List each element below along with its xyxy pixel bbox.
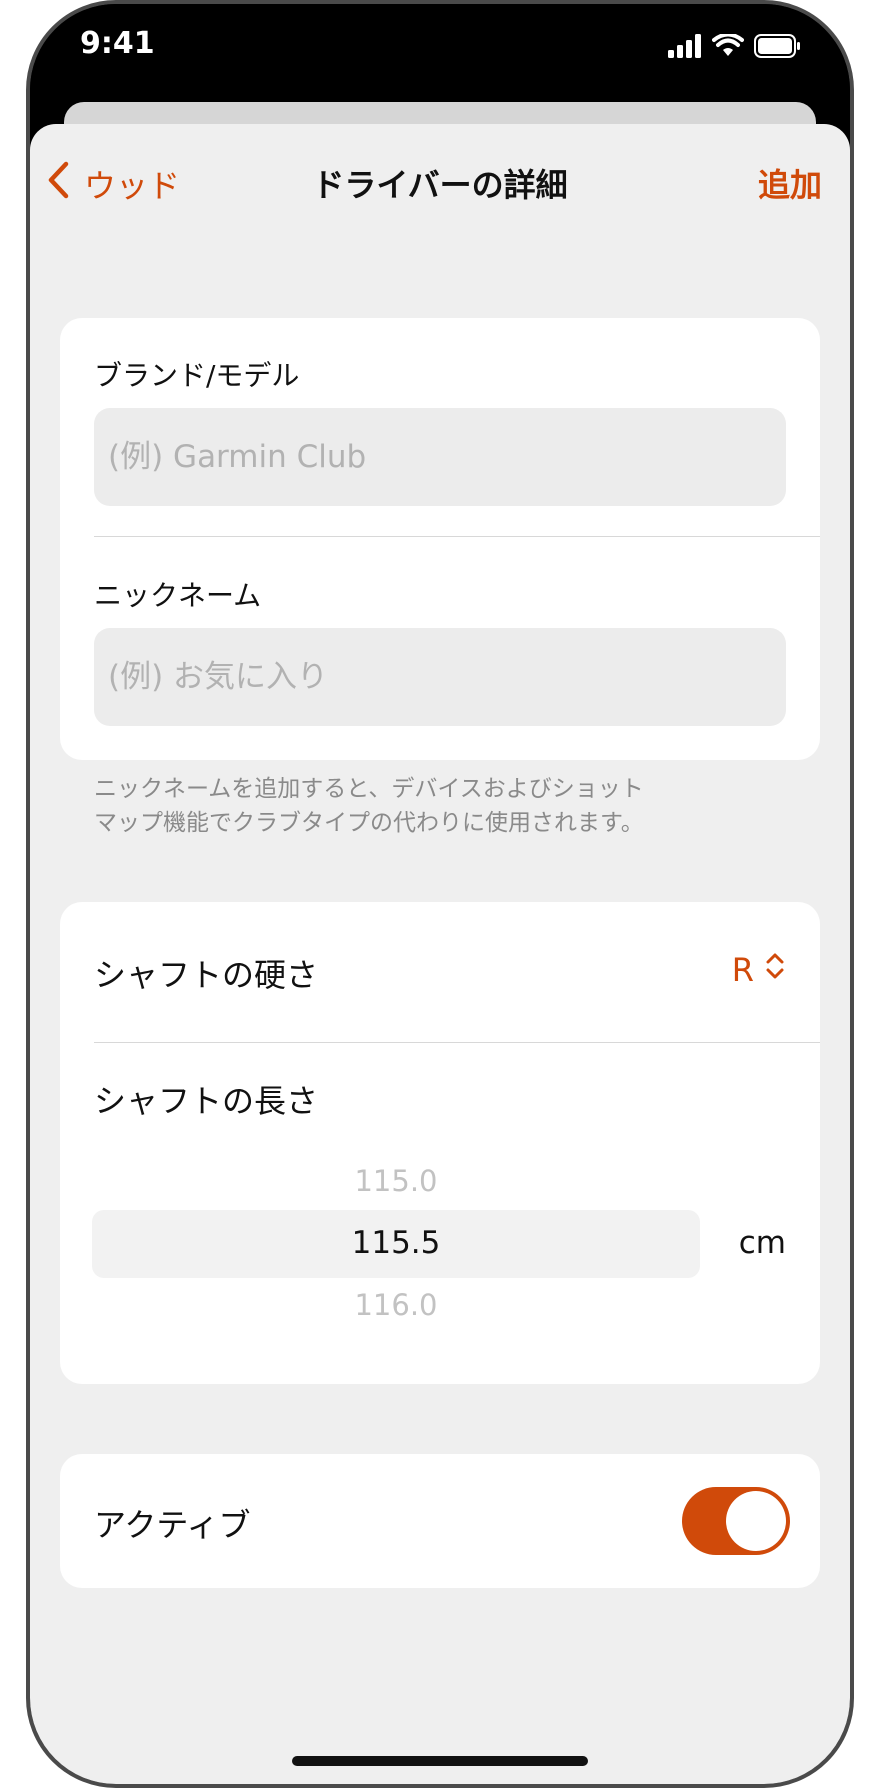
- toggle-knob: [726, 1491, 786, 1551]
- helper-line-1: ニックネームを追加すると、デバイスおよびショット: [94, 776, 644, 802]
- picker-item-selected[interactable]: 115.5: [92, 1225, 700, 1261]
- brand-model-label: ブランド/モデル: [94, 359, 300, 392]
- shaft-stiffness-label: シャフトの硬さ: [94, 956, 319, 994]
- status-bar: 9:41: [30, 4, 850, 114]
- club-info-card: ブランド/モデル ニックネーム: [60, 318, 820, 760]
- divider: [94, 1042, 820, 1043]
- shaft-length-label: シャフトの長さ: [94, 1082, 319, 1120]
- chevron-updown-icon: [764, 950, 786, 990]
- page-title: ドライバーの詳細: [312, 166, 568, 204]
- shaft-card: シャフトの硬さ R シャフトの長さ 115.0 115.5 116.0 cm: [60, 902, 820, 1384]
- signal-icon: [668, 34, 702, 62]
- active-card: アクティブ: [60, 1454, 820, 1588]
- detail-sheet: ウッド ドライバーの詳細 追加 ブランド/モデル ニックネーム ニックネームを追…: [30, 124, 850, 1784]
- add-button[interactable]: 追加: [758, 160, 822, 206]
- shaft-stiffness-value: R: [731, 951, 754, 989]
- status-icons: [668, 32, 802, 62]
- length-unit: cm: [738, 1225, 786, 1261]
- shaft-stiffness-selector[interactable]: R: [732, 950, 786, 990]
- picker-item-prev[interactable]: 115.0: [92, 1164, 700, 1198]
- divider: [94, 536, 820, 537]
- battery-icon: [754, 34, 802, 62]
- nickname-input[interactable]: [94, 628, 786, 726]
- home-indicator: [292, 1756, 588, 1766]
- helper-line-2: マップ機能でクラブタイプの代わりに使用されます。: [94, 810, 644, 836]
- nickname-helper-text: ニックネームを追加すると、デバイスおよびショット マップ機能でクラブタイプの代わ…: [94, 772, 774, 840]
- active-toggle[interactable]: [682, 1487, 790, 1555]
- nickname-label: ニックネーム: [94, 579, 262, 612]
- active-label: アクティブ: [94, 1506, 251, 1544]
- brand-model-input[interactable]: [94, 408, 786, 506]
- wifi-icon: [712, 32, 744, 62]
- status-time: 9:41: [80, 26, 155, 61]
- picker-item-next[interactable]: 116.0: [92, 1288, 700, 1322]
- device-frame: 9:41 ウッド ドライバーの詳細 追加 ブランド/モデル (例) Garmin…: [26, 0, 854, 1788]
